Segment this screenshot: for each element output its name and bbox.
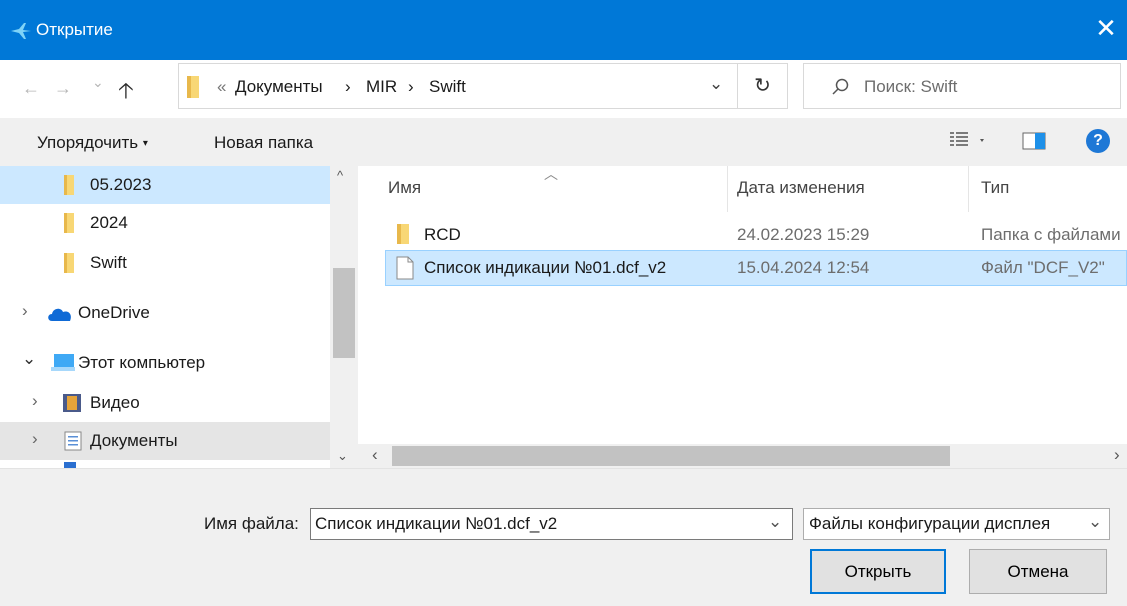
column-header-name[interactable]: Имя: [388, 178, 421, 198]
sidebar-item-label: Документы: [90, 431, 178, 450]
sidebar-scroll-thumb[interactable]: [333, 268, 355, 358]
file-icon: [396, 256, 414, 280]
scroll-right-arrow[interactable]: ›: [1114, 445, 1120, 465]
sidebar-item-documents[interactable]: › Документы: [0, 422, 330, 460]
navigation-pane: 05.2023 2024 Swift › OneDrive ⌄ Этот ком…: [0, 166, 357, 468]
collapse-chevron-icon[interactable]: ⌄: [22, 349, 36, 369]
folder-icon: [187, 76, 199, 98]
address-bar[interactable]: « Документы › MIR › Swift ⌄: [178, 63, 738, 109]
sidebar-item-2024[interactable]: 2024: [0, 204, 330, 242]
video-icon: [63, 394, 81, 412]
help-button[interactable]: ?: [1086, 129, 1110, 153]
refresh-button[interactable]: ↻: [738, 63, 788, 109]
back-button[interactable]: ←: [22, 78, 40, 99]
folder-icon: [64, 175, 74, 195]
recent-locations-button[interactable]: ⌄: [92, 74, 104, 91]
sidebar-item-label: OneDrive: [78, 303, 150, 322]
sidebar-item-05-2023[interactable]: 05.2023: [0, 166, 330, 204]
sidebar-item-this-pc[interactable]: ⌄ Этот компьютер: [0, 344, 330, 382]
file-name: Список индикации №01.dcf_v2: [424, 258, 667, 277]
view-icon: [950, 132, 984, 146]
preview-pane-button[interactable]: [1022, 131, 1046, 156]
search-icon: [832, 78, 849, 95]
expand-chevron-icon[interactable]: ›: [32, 391, 38, 411]
title-bar: [0, 0, 1127, 60]
forward-button[interactable]: →: [54, 78, 72, 99]
folder-icon: [64, 253, 74, 273]
file-type: Папка с файлами: [981, 225, 1121, 244]
breadcrumb-mir[interactable]: MIR: [366, 77, 397, 97]
sidebar-item-label: Этот компьютер: [78, 353, 206, 372]
expand-chevron-icon[interactable]: ›: [22, 301, 28, 321]
view-options-button[interactable]: [948, 129, 988, 156]
file-row-rcd[interactable]: RCD 24.02.2023 15:29 Папка с файлами: [385, 217, 1127, 251]
cloud-icon: [48, 308, 71, 321]
scroll-up-arrow[interactable]: ^: [337, 168, 343, 183]
sort-ascending-icon: ︿: [544, 166, 558, 182]
breadcrumb-swift[interactable]: Swift: [429, 77, 466, 97]
file-type: Файл "DCF_V2": [981, 258, 1105, 277]
horizontal-scroll-thumb[interactable]: [392, 446, 950, 466]
file-list: [358, 166, 1127, 444]
sidebar-item-onedrive[interactable]: › OneDrive: [0, 294, 330, 332]
sidebar-item-label: Swift: [90, 253, 127, 272]
folder-icon: [397, 224, 409, 244]
breadcrumb-separator: ›: [408, 77, 414, 96]
close-button[interactable]: ✕: [1092, 14, 1120, 42]
file-name: RCD: [424, 225, 461, 244]
file-row-selected[interactable]: Список индикации №01.dcf_v2 15.04.2024 1…: [385, 250, 1127, 286]
sidebar-item-label: Видео: [90, 393, 140, 412]
column-header-type[interactable]: Тип: [981, 178, 1009, 198]
folder-icon: [64, 213, 74, 233]
breadcrumb-documents[interactable]: Документы: [235, 77, 323, 97]
cancel-button[interactable]: Отмена: [969, 549, 1107, 594]
filename-label: Имя файла:: [204, 514, 299, 533]
expand-chevron-icon[interactable]: ›: [32, 429, 38, 449]
filename-input[interactable]: Список индикации №01.dcf_v2 ⌄: [310, 508, 793, 540]
organize-label: Упорядочить: [37, 133, 139, 152]
filename-value: Список индикации №01.dcf_v2: [315, 514, 558, 533]
column-header-date[interactable]: Дата изменения: [737, 178, 865, 198]
organize-button[interactable]: Упорядочить ▾: [37, 133, 148, 153]
chevron-down-icon: ⌄: [1088, 512, 1103, 531]
column-divider[interactable]: [727, 166, 728, 212]
sidebar-item-video[interactable]: › Видео: [0, 384, 330, 422]
scroll-left-arrow[interactable]: ‹: [372, 445, 378, 465]
preview-pane-icon: [1022, 132, 1046, 150]
computer-icon: [51, 354, 75, 371]
column-divider[interactable]: [968, 166, 969, 212]
sidebar-item-label: 05.2023: [90, 175, 152, 194]
search-placeholder: Поиск: Swift: [864, 77, 958, 96]
file-type-select[interactable]: Файлы конфигурации дисплея ⌄: [803, 508, 1110, 540]
divider: [0, 468, 1127, 469]
new-folder-button[interactable]: Новая папка: [214, 133, 313, 153]
search-box[interactable]: Поиск: Swift: [803, 63, 1121, 109]
address-dropdown-icon[interactable]: ⌄: [709, 74, 723, 94]
breadcrumb-separator: ›: [345, 77, 351, 96]
breadcrumb-overflow[interactable]: «: [217, 77, 226, 97]
documents-icon: [64, 431, 82, 451]
chevron-down-icon[interactable]: ⌄: [768, 512, 782, 532]
file-date: 24.02.2023 15:29: [737, 225, 870, 244]
up-button[interactable]: 🡡: [118, 74, 134, 112]
dropdown-arrow-icon: ▾: [142, 138, 148, 150]
app-icon: [11, 23, 31, 39]
window-title: Открытие: [36, 20, 113, 39]
sidebar-item-swift[interactable]: Swift: [0, 244, 330, 282]
open-button[interactable]: Открыть: [810, 549, 946, 594]
file-date: 15.04.2024 12:54: [737, 258, 870, 277]
file-type-value: Файлы конфигурации дисплея: [809, 514, 1051, 533]
sidebar-item-label: 2024: [90, 213, 128, 232]
scroll-down-arrow[interactable]: ⌄: [337, 448, 348, 464]
